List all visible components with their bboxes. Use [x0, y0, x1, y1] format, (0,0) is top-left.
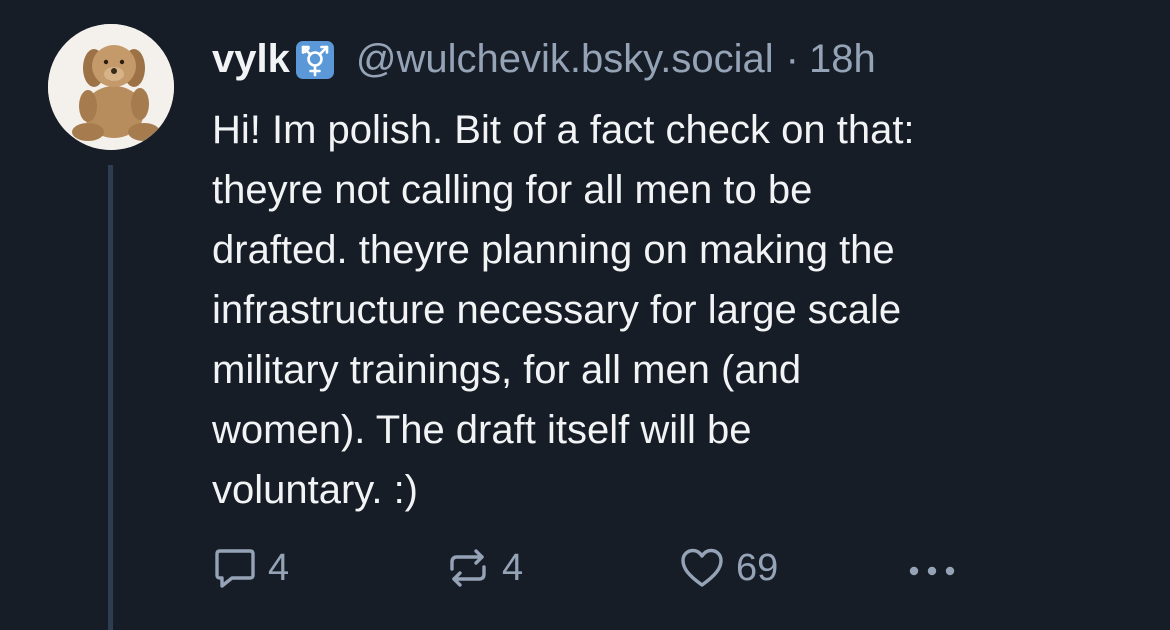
- heart-icon: [681, 548, 723, 587]
- transgender-symbol-icon: [295, 41, 334, 79]
- repost-icon: [450, 549, 486, 587]
- reply-button[interactable]: 4: [212, 540, 289, 596]
- more-options-icon: [909, 566, 955, 576]
- author-handle[interactable]: @wulchevik.bsky.social: [356, 30, 774, 88]
- more-options-button[interactable]: [906, 540, 968, 596]
- repost-count: 4: [502, 546, 524, 589]
- teddy-bear-avatar-icon: [48, 24, 174, 150]
- avatar[interactable]: [48, 24, 174, 150]
- separator-dot: ·: [785, 37, 799, 81]
- post-text: Hi! Im polish. Bit of a fact check on th…: [212, 108, 915, 512]
- display-name[interactable]: vylk: [212, 30, 290, 88]
- thread-line: [108, 165, 113, 630]
- reply-icon: [215, 549, 255, 588]
- post-header: vylk @wulchevik.bsky.social · 18h: [212, 30, 876, 88]
- reply-count: 4: [268, 546, 290, 589]
- like-button[interactable]: 69: [678, 540, 778, 596]
- like-count: 69: [736, 546, 779, 589]
- timestamp[interactable]: 18h: [809, 30, 876, 88]
- repost-button[interactable]: 4: [444, 540, 523, 596]
- post-actions: 4 4 69: [212, 540, 972, 596]
- post[interactable]: vylk @wulchevik.bsky.social · 18h Hi! Im…: [0, 0, 1170, 630]
